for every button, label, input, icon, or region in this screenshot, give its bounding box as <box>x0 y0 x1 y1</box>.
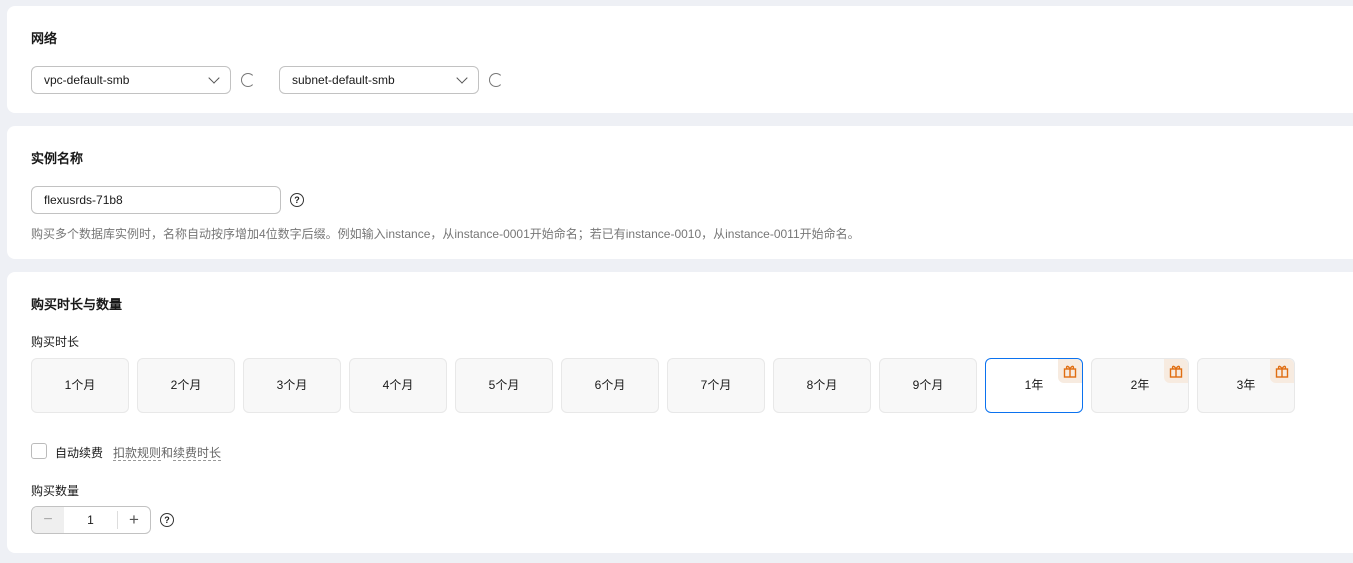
chevron-down-icon <box>456 72 468 84</box>
subnet-value: subnet-default-smb <box>292 73 395 87</box>
decrement-button[interactable]: − <box>32 507 64 533</box>
help-icon[interactable]: ? <box>160 513 174 527</box>
subnet-select[interactable]: subnet-default-smb <box>279 66 479 94</box>
duration-label: 7个月 <box>700 378 732 392</box>
instance-name-hint: 购买多个数据库实例时，名称自动按序增加4位数字后缀。例如输入instance，从… <box>31 227 860 241</box>
duration-label: 3年 <box>1236 378 1256 392</box>
and-text: 和 <box>161 446 174 460</box>
gift-icon <box>1164 359 1188 383</box>
renewal-duration-link[interactable]: 续费时长 <box>173 446 222 461</box>
duration-label: 9个月 <box>912 378 944 392</box>
duration-label: 4个月 <box>382 378 414 392</box>
duration-option[interactable]: 3年 <box>1197 358 1295 413</box>
instance-name-input[interactable]: flexusrds-71b8 <box>31 186 281 214</box>
duration-option[interactable]: 7个月 <box>667 358 765 413</box>
help-icon[interactable]: ? <box>290 193 304 207</box>
instance-name-section: 实例名称 flexusrds-71b8 ? 购买多个数据库实例时，名称自动按序增… <box>7 126 1353 259</box>
duration-option[interactable]: 6个月 <box>561 358 659 413</box>
duration-option[interactable]: 1个月 <box>31 358 129 413</box>
duration-label: 3个月 <box>276 378 308 392</box>
duration-option[interactable]: 2年 <box>1091 358 1189 413</box>
quantity-value[interactable]: 1 <box>64 511 118 529</box>
refresh-icon[interactable] <box>489 73 503 87</box>
vpc-select[interactable]: vpc-default-smb <box>31 66 231 94</box>
duration-label: 2个月 <box>170 378 202 392</box>
duration-option[interactable]: 8个月 <box>773 358 871 413</box>
gift-icon <box>1270 359 1294 383</box>
duration-label: 5个月 <box>488 378 520 392</box>
vpc-value: vpc-default-smb <box>44 73 130 87</box>
purchase-section: 购买时长与数量 购买时长 1个月 2个月 3个月 4个月 5个月 6个月 7个月 8个月 9个月… <box>7 272 1353 553</box>
duration-option[interactable]: 5个月 <box>455 358 553 413</box>
duration-option[interactable]: 2个月 <box>137 358 235 413</box>
duration-label: 8个月 <box>806 378 838 392</box>
quantity-label: 购买数量 <box>31 484 80 498</box>
auto-renew-label: 自动续费 <box>55 446 104 460</box>
chevron-down-icon <box>208 72 220 84</box>
duration-option[interactable]: 1年 <box>985 358 1083 413</box>
auto-renew-checkbox[interactable] <box>31 443 47 459</box>
duration-label: 6个月 <box>594 378 626 392</box>
duration-option[interactable]: 3个月 <box>243 358 341 413</box>
duration-option[interactable]: 9个月 <box>879 358 977 413</box>
duration-label: 2年 <box>1130 378 1150 392</box>
section-title: 实例名称 <box>31 151 84 166</box>
section-title: 购买时长与数量 <box>31 297 123 312</box>
duration-label: 购买时长 <box>31 335 80 349</box>
duration-option[interactable]: 4个月 <box>349 358 447 413</box>
duration-label: 1年 <box>1024 378 1044 392</box>
gift-icon <box>1058 359 1082 383</box>
deduction-rules-link[interactable]: 扣款规则 <box>113 446 162 461</box>
refresh-icon[interactable] <box>241 73 255 87</box>
network-section: 网络 vpc-default-smb subnet-default-smb <box>7 6 1353 113</box>
quantity-stepper[interactable]: − 1 + <box>31 506 151 534</box>
increment-button[interactable]: + <box>118 507 150 533</box>
duration-label: 1个月 <box>64 378 96 392</box>
section-title: 网络 <box>31 31 58 46</box>
instance-name-value: flexusrds-71b8 <box>44 193 123 207</box>
